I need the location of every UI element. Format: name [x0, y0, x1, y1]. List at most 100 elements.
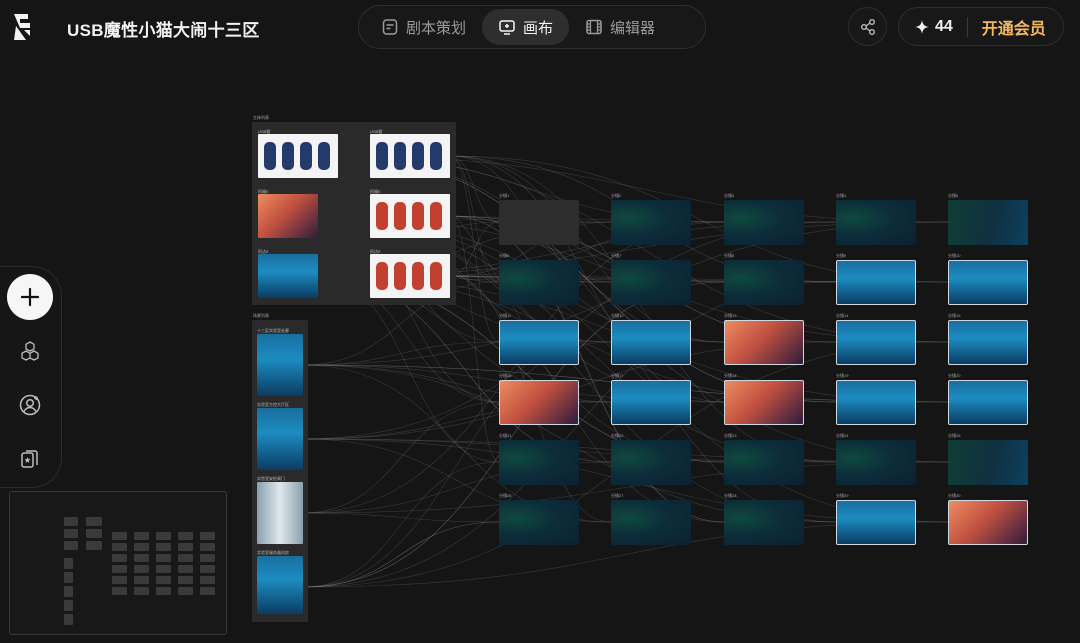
minimap-node — [134, 532, 149, 540]
minimap-node — [112, 554, 127, 562]
storyboard-shot[interactable]: 分镜26 — [499, 493, 579, 545]
storyboard-shot[interactable]: 分镜29 — [836, 493, 916, 545]
minimap-node — [64, 541, 78, 550]
storyboard-shot-label: 分镜15 — [948, 313, 961, 318]
assets-icon[interactable] — [18, 339, 42, 363]
storyboard-thumbnail — [611, 440, 691, 485]
storyboard-thumbnail — [724, 260, 804, 305]
minimap-node — [64, 586, 73, 597]
minimap-node — [178, 554, 193, 562]
storyboard-shot[interactable]: 分镜19 — [836, 373, 916, 425]
storyboard-shot[interactable]: 分镜1 — [499, 193, 579, 245]
storyboard-shot[interactable]: 分镜10 — [948, 253, 1028, 305]
storyboard-shot[interactable]: 分镜14 — [836, 313, 916, 365]
storyboard-thumbnail — [499, 380, 579, 425]
storyboard-thumbnail — [836, 320, 916, 365]
minimap-node — [134, 554, 149, 562]
storyboard-shot[interactable]: 分镜15 — [948, 313, 1028, 365]
minimap-node — [178, 532, 193, 540]
scene-thumbnail — [257, 334, 303, 396]
character-group-label: 主体列表 — [253, 115, 269, 120]
connection-edge — [302, 512, 500, 523]
storyboard-thumbnail — [724, 500, 804, 545]
minimap-node — [156, 532, 171, 540]
storyboard-thumbnail — [611, 380, 691, 425]
storyboard-shot[interactable]: 分镜28 — [724, 493, 804, 545]
minimap-node — [134, 543, 149, 551]
scene-group-label: 场景列表 — [253, 313, 269, 318]
storyboard-shot[interactable]: 分镜21 — [499, 433, 579, 485]
storyboard-shot[interactable]: 分镜9 — [836, 253, 916, 305]
storyboard-shot[interactable]: 分镜13 — [724, 313, 804, 365]
storyboard-thumbnail — [948, 260, 1028, 305]
scene-thumbnail — [257, 482, 303, 544]
storyboard-shot[interactable]: 分镜5 — [948, 193, 1028, 245]
character-thumbnail — [258, 134, 338, 178]
scene-thumbnail — [257, 556, 303, 614]
minimap-node — [200, 543, 215, 551]
storyboard-shot[interactable]: 分镜22 — [611, 433, 691, 485]
storyboard-shot[interactable]: 分镜2 — [611, 193, 691, 245]
storyboard-shot[interactable]: 分镜6 — [499, 253, 579, 305]
minimap-node — [156, 554, 171, 562]
storyboard-shot[interactable]: 分镜30 — [948, 493, 1028, 545]
minimap-node — [134, 565, 149, 573]
minimap-node — [200, 532, 215, 540]
storyboard-shot-label: 分镜30 — [948, 493, 961, 498]
minimap-node — [112, 532, 127, 540]
storyboard-shot[interactable]: 分镜16 — [499, 373, 579, 425]
storyboard-shot-label: 分镜27 — [611, 493, 624, 498]
minimap-node — [156, 576, 171, 584]
storyboard-shot-label: 分镜18 — [724, 373, 737, 378]
storyboard-shot-label: 分镜22 — [611, 433, 624, 438]
minimap-node — [178, 587, 193, 595]
character-icon[interactable] — [18, 393, 42, 417]
storyboard-shot[interactable]: 分镜3 — [724, 193, 804, 245]
minimap-node — [200, 576, 215, 584]
canvas-workspace[interactable]: USB魔性小猫大闹十三区 剧本策划 画布 编辑器 44 开通会员 主体列表 场景… — [0, 0, 1080, 643]
storyboard-shot[interactable]: 分镜7 — [611, 253, 691, 305]
storyboard-shot-label: 分镜12 — [611, 313, 624, 318]
storyboard-shot[interactable]: 分镜24 — [836, 433, 916, 485]
storyboard-shot[interactable]: 分镜20 — [948, 373, 1028, 425]
storyboard-shot-label: 分镜25 — [948, 433, 961, 438]
storyboard-shot[interactable]: 分镜18 — [724, 373, 804, 425]
storyboard-shot[interactable]: 分镜12 — [611, 313, 691, 365]
storyboard-thumbnail — [836, 440, 916, 485]
storyboard-thumbnail — [948, 500, 1028, 545]
storyboard-shot-label: 分镜29 — [836, 493, 849, 498]
storyboard-thumbnail — [724, 320, 804, 365]
storyboard-thumbnail — [724, 380, 804, 425]
storyboard-shot[interactable]: 分镜11 — [499, 313, 579, 365]
storyboard-thumbnail — [948, 380, 1028, 425]
storyboard-thumbnail — [499, 200, 579, 245]
cards-icon[interactable] — [18, 447, 42, 471]
minimap-node — [64, 558, 73, 569]
storyboard-shot[interactable]: 分镜27 — [611, 493, 691, 545]
storyboard-thumbnail — [611, 200, 691, 245]
storyboard-shot-label: 分镜8 — [724, 253, 735, 258]
storyboard-shot[interactable]: 分镜25 — [948, 433, 1028, 485]
storyboard-shot[interactable]: 分镜17 — [611, 373, 691, 425]
storyboard-thumbnail — [611, 320, 691, 365]
storyboard-shot[interactable]: 分镜8 — [724, 253, 804, 305]
storyboard-shot-label: 分镜19 — [836, 373, 849, 378]
storyboard-shot-label: 分镜14 — [836, 313, 849, 318]
storyboard-shot-label: 分镜2 — [611, 193, 622, 198]
minimap-node — [64, 572, 73, 583]
storyboard-shot[interactable]: 分镜4 — [836, 193, 916, 245]
storyboard-shot-label: 分镜26 — [499, 493, 512, 498]
storyboard-shot-label: 分镜6 — [499, 253, 510, 258]
storyboard-shot-label: 分镜13 — [724, 313, 737, 318]
add-button[interactable] — [7, 274, 53, 320]
minimap-node — [64, 529, 78, 538]
storyboard-shot[interactable]: 分镜23 — [724, 433, 804, 485]
connection-edge — [302, 521, 500, 588]
storyboard-thumbnail — [948, 320, 1028, 365]
minimap[interactable] — [9, 491, 227, 635]
storyboard-shot-label: 分镜11 — [499, 313, 512, 318]
storyboard-thumbnail — [948, 200, 1028, 245]
character-thumbnail — [258, 194, 318, 238]
storyboard-thumbnail — [611, 500, 691, 545]
minimap-node — [112, 576, 127, 584]
